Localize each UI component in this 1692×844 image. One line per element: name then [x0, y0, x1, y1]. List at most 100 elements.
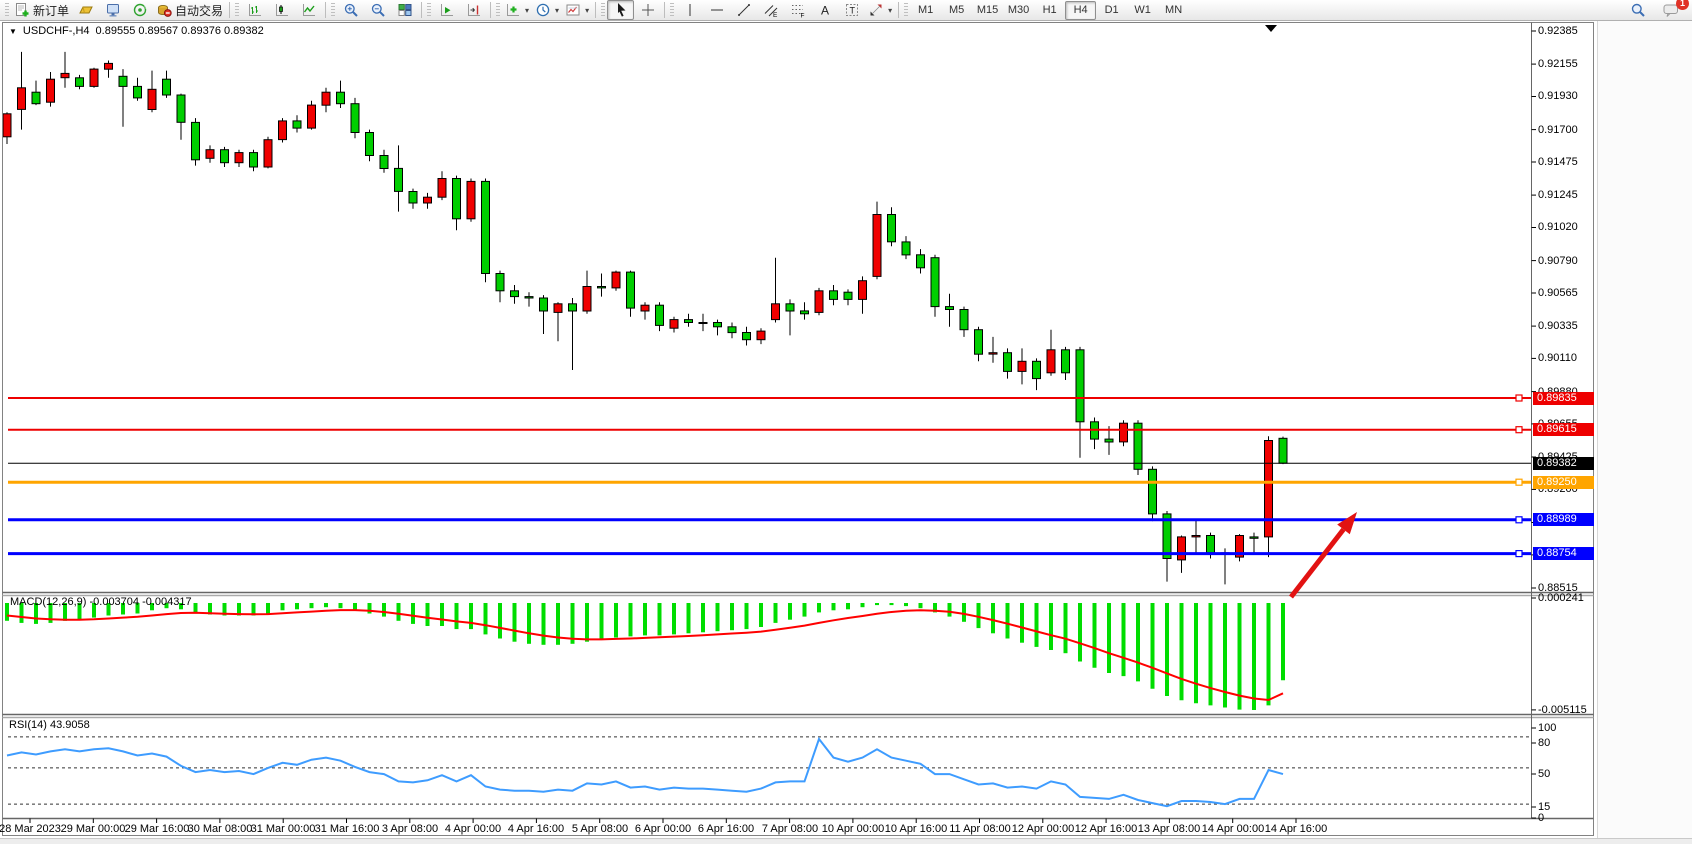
candle	[917, 255, 925, 268]
search-button[interactable]	[1624, 0, 1651, 20]
pivot-line-anchor[interactable]	[1516, 479, 1522, 485]
candle	[801, 311, 809, 314]
support-line-1-anchor[interactable]	[1516, 517, 1522, 523]
candle	[380, 156, 388, 169]
new-order-button[interactable]: 新订单	[11, 0, 72, 20]
radar-icon	[132, 2, 148, 18]
candle	[888, 215, 896, 242]
candle	[76, 78, 84, 87]
candle	[105, 63, 113, 69]
text-button[interactable]: A	[811, 0, 838, 20]
cursor-button[interactable]	[607, 0, 634, 20]
zoom-out-icon	[370, 2, 386, 18]
timeframe-button-d1[interactable]: D1	[1096, 1, 1127, 20]
resistance-line-2-anchor[interactable]	[1516, 427, 1522, 433]
candle	[293, 121, 301, 128]
auto-scroll-button[interactable]	[433, 0, 460, 20]
candle	[1076, 350, 1084, 422]
candle	[47, 79, 55, 102]
toolbar-drag-handle[interactable]	[331, 3, 335, 17]
resistance-line-1-anchor[interactable]	[1516, 395, 1522, 401]
candle	[90, 69, 98, 86]
dropdown-caret-icon: ▾	[525, 6, 529, 15]
candle	[1047, 350, 1055, 373]
current-bar-marker[interactable]	[1265, 25, 1277, 32]
timeframe-button-h4[interactable]: H4	[1065, 1, 1096, 20]
tile-windows-button[interactable]	[391, 0, 418, 20]
candle	[902, 242, 910, 255]
market-watch-button[interactable]	[72, 0, 99, 20]
candle	[18, 88, 26, 110]
bars-icon	[247, 2, 263, 18]
hline-button[interactable]	[703, 0, 730, 20]
toolbar-drag-handle[interactable]	[601, 3, 605, 17]
candlestick-chart-button[interactable]	[268, 0, 295, 20]
symbol-expander-icon[interactable]: ▼	[9, 27, 17, 36]
toolbar-drag-handle[interactable]	[904, 3, 908, 17]
timeframe-button-m5[interactable]: M5	[941, 1, 972, 20]
toolbar-drag-handle[interactable]	[496, 3, 500, 17]
price-lines-layer	[8, 395, 1531, 557]
templates-button[interactable]: ▾	[562, 0, 592, 20]
toolbar-separator	[595, 2, 596, 18]
timeframe-button-w1[interactable]: W1	[1127, 1, 1158, 20]
gold-gem-icon	[78, 2, 94, 18]
candle	[322, 92, 330, 105]
notifications-button[interactable]: 1	[1657, 0, 1684, 20]
candle	[540, 298, 548, 311]
fibo-button[interactable]: F	[784, 0, 811, 20]
vline-button[interactable]	[676, 0, 703, 20]
candle	[1192, 536, 1200, 537]
textA-icon: A	[817, 2, 833, 18]
magnifier-icon	[1630, 2, 1646, 18]
channel-button[interactable]: E	[757, 0, 784, 20]
crosshair-button[interactable]	[634, 0, 661, 20]
symbol-title: USDCHF-,H4	[23, 25, 90, 37]
candle	[685, 320, 693, 323]
label-button[interactable]: T	[838, 0, 865, 20]
data-window-button[interactable]	[99, 0, 126, 20]
candle	[1033, 361, 1041, 378]
svg-text:T: T	[849, 6, 855, 16]
timeframe-button-h1[interactable]: H1	[1034, 1, 1065, 20]
toolbar-separator	[664, 2, 665, 18]
chart-shift-button[interactable]	[460, 0, 487, 20]
toolbar-drag-handle[interactable]	[427, 3, 431, 17]
line-chart-button[interactable]	[295, 0, 322, 20]
timeframe-button-m30[interactable]: M30	[1003, 1, 1034, 20]
candle	[308, 105, 316, 128]
bar-chart-button[interactable]	[241, 0, 268, 20]
support-line-2-anchor[interactable]	[1516, 551, 1522, 557]
candle	[989, 353, 997, 354]
candle	[714, 323, 722, 327]
arrows-button[interactable]: ▾	[865, 0, 895, 20]
signals-button[interactable]	[126, 0, 153, 20]
chart-canvas	[0, 0, 1692, 844]
trendline-button[interactable]	[730, 0, 757, 20]
toolbar-drag-handle[interactable]	[235, 3, 239, 17]
channel-icon: E	[763, 2, 779, 18]
chartshift-icon	[466, 2, 482, 18]
candle	[627, 272, 635, 308]
toolbar-drag-handle[interactable]	[5, 3, 9, 17]
timeframe-button-m1[interactable]: M1	[910, 1, 941, 20]
toolbar-right: 1	[1624, 0, 1692, 20]
candle	[830, 291, 838, 300]
textT-icon: T	[844, 2, 860, 18]
autotrading-button[interactable]: 自动交易	[153, 0, 226, 20]
candle	[1004, 353, 1012, 372]
timeframe-button-m15[interactable]: M15	[972, 1, 1003, 20]
candle	[583, 287, 591, 312]
zoom-in-button[interactable]	[337, 0, 364, 20]
timeframe-button-mn[interactable]: MN	[1158, 1, 1189, 20]
toolbar-drag-handle[interactable]	[670, 3, 674, 17]
candle	[757, 331, 765, 340]
periods-button[interactable]: ▾	[532, 0, 562, 20]
candle	[554, 304, 562, 313]
fibo-icon: F	[790, 2, 806, 18]
candle	[163, 79, 171, 95]
candle	[1062, 350, 1070, 373]
zoom-out-button[interactable]	[364, 0, 391, 20]
indicators-button[interactable]: ▾	[502, 0, 532, 20]
arrow-shaft[interactable]	[1291, 529, 1344, 597]
